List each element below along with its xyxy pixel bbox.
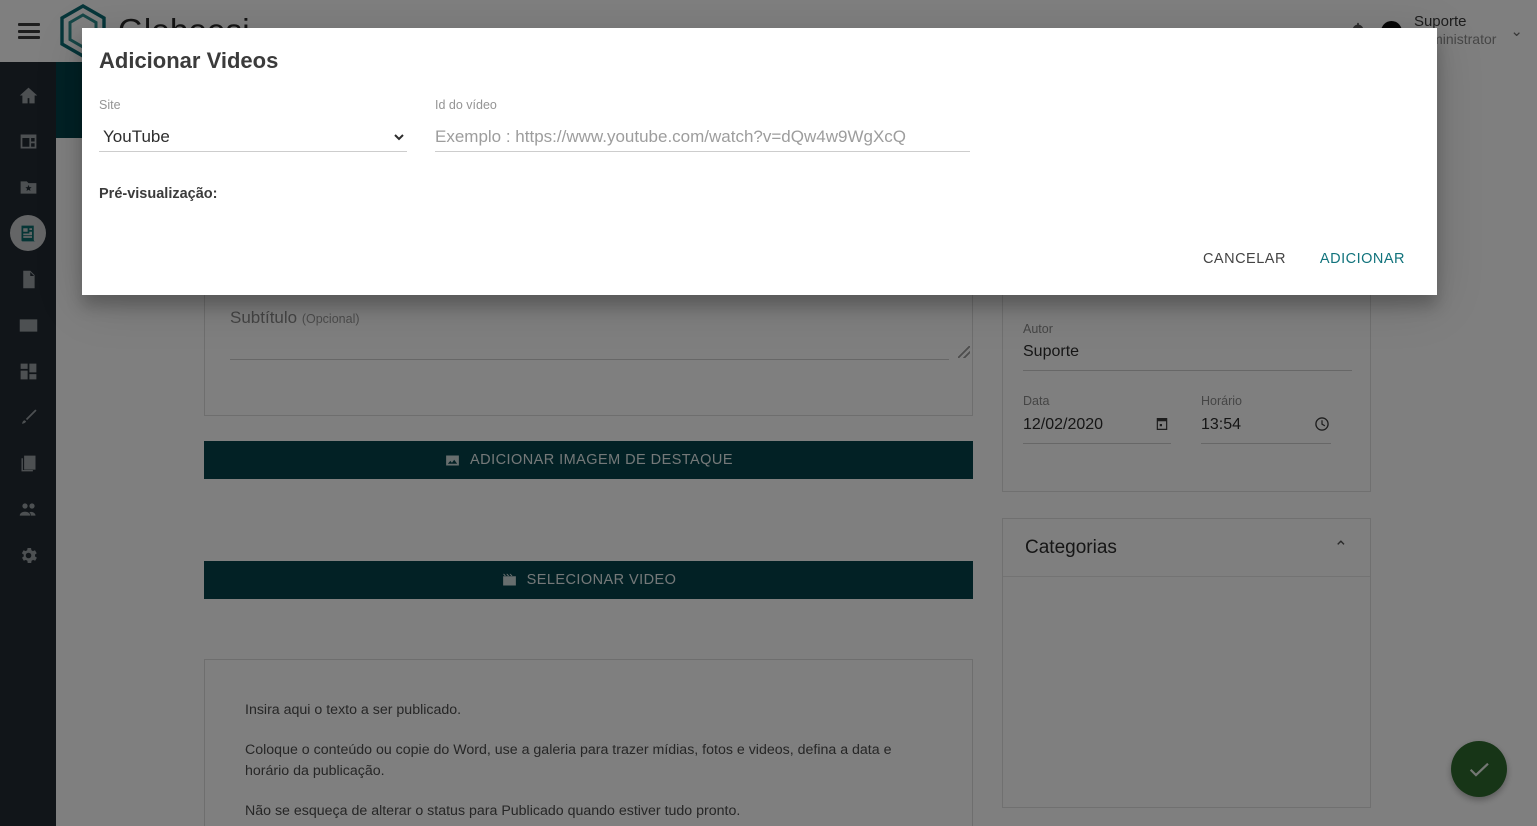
cancel-button[interactable]: CANCELAR <box>1191 242 1298 276</box>
site-label: Site <box>99 98 121 112</box>
preview-label: Pré-visualização: <box>99 186 218 202</box>
add-videos-dialog: Adicionar Videos Site YouTube Vimeo Id d… <box>82 28 1437 295</box>
video-id-field-group: Id do vídeo <box>435 98 970 152</box>
site-field-group: Site YouTube Vimeo <box>99 98 407 152</box>
dialog-title: Adicionar Videos <box>99 48 279 73</box>
app-root: Globoesi Suporte Administrator ⌄ Subtítu… <box>0 0 1537 826</box>
site-select[interactable]: YouTube Vimeo <box>99 122 407 152</box>
video-id-label: Id do vídeo <box>435 98 497 112</box>
video-id-input[interactable] <box>435 122 970 152</box>
add-button[interactable]: ADICIONAR <box>1308 242 1417 276</box>
dialog-actions: CANCELAR ADICIONAR <box>1191 242 1417 276</box>
